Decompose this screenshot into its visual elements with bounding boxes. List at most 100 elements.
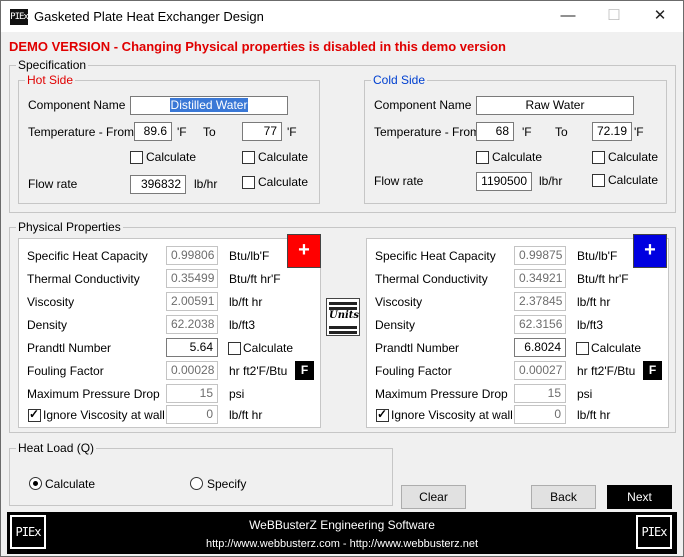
cold-temp-to-unit: 'F: [634, 125, 644, 139]
hot-plus-button[interactable]: +: [287, 234, 321, 268]
hot-prop-value: 62.2038: [166, 315, 218, 334]
physical-properties-title: Physical Properties: [16, 220, 123, 234]
hot-prop-unit: psi: [229, 387, 245, 401]
heat-load-calculate-label: Calculate: [45, 477, 96, 491]
hot-temp-from-input[interactable]: 89.6: [134, 122, 172, 141]
cold-calc-from-checkbox[interactable]: [476, 151, 489, 164]
hot-calc-flow-checkbox[interactable]: [242, 176, 255, 189]
hot-side-title: Hot Side: [25, 73, 76, 87]
footer-urls[interactable]: http://www.webbusterz.com - http://www.w…: [7, 538, 677, 550]
cold-temp-label: Temperature - From: [374, 125, 481, 139]
cold-prop-label: Fouling Factor: [375, 364, 452, 378]
hot-calc-from-checkbox[interactable]: [130, 151, 143, 164]
heat-load-specify-radio[interactable]: [190, 477, 203, 490]
hot-component-label: Component Name: [28, 98, 126, 112]
cold-prop-label: Ignore Viscosity at wall: [391, 408, 513, 422]
cold-flow-input[interactable]: 1190500: [476, 172, 532, 191]
cold-prop-unit: lb/ft hr: [577, 408, 611, 422]
hot-prop-label: Density: [27, 318, 68, 332]
cold-prop-value: 0.00027: [514, 361, 566, 380]
cold-prop-value: 0.34921: [514, 269, 566, 288]
footer-banner: PIEx WeBBusterZ Engineering Software htt…: [7, 512, 677, 554]
cold-side-title: Cold Side: [371, 73, 428, 87]
cold-calc-flow-label: Calculate: [608, 173, 659, 187]
hot-prop-label: Specific Heat Capacity: [27, 249, 148, 263]
cold-prop-label: Density: [375, 318, 416, 332]
cold-prop-unit: hr ft2'F/Btu: [577, 364, 636, 378]
cold-calc-to-checkbox[interactable]: [592, 151, 605, 164]
cold-prop-unit: lb/ft hr: [577, 295, 611, 309]
hot-flow-label: Flow rate: [28, 177, 78, 191]
hot-prop-value: 2.00591: [166, 292, 218, 311]
cold-temp-from-unit: 'F: [522, 125, 532, 139]
hot-temp-from-unit: 'F: [177, 125, 187, 139]
heat-load-title: Heat Load (Q): [16, 441, 97, 455]
cold-prop-unit: Btu/lb'F: [577, 249, 618, 263]
next-button[interactable]: Next: [607, 485, 672, 509]
hot-prop-unit: lb/ft3: [229, 318, 256, 332]
hot-flow-input[interactable]: 396832: [130, 175, 186, 194]
hot-prop-unit: lb/ft hr: [229, 295, 263, 309]
hot-prop-value: 0.35499: [166, 269, 218, 288]
hot-prop-label: Ignore Viscosity at wall: [43, 408, 165, 422]
hot-temp-to-input[interactable]: 77: [242, 122, 282, 141]
hot-prop-label: Thermal Conductivity: [27, 272, 140, 286]
maximize-icon: ☐: [607, 7, 621, 24]
cold-calc-from-label: Calculate: [492, 150, 543, 164]
cold-temp-to-input[interactable]: 72.19: [592, 122, 632, 141]
cold-prop-value[interactable]: 6.8024: [514, 338, 566, 357]
cold-prop-unit: lb/ft3: [577, 318, 604, 332]
cold-prop-label: Thermal Conductivity: [375, 272, 488, 286]
cold-calc-to-label: Calculate: [608, 150, 659, 164]
cold-prop-value: 15: [514, 384, 566, 403]
cold-prop-value: 62.3156: [514, 315, 566, 334]
cold-fouling-button[interactable]: F: [643, 361, 662, 380]
minimize-icon[interactable]: —: [545, 1, 591, 31]
hot-prop-label: Maximum Pressure Drop: [27, 387, 160, 401]
hot-prandtl-calc-checkbox[interactable]: [228, 342, 241, 355]
clear-button[interactable]: Clear: [401, 485, 466, 509]
hot-calc-from-label: Calculate: [146, 150, 197, 164]
heat-load-calculate-radio[interactable]: [29, 477, 42, 490]
title-bar[interactable]: PIEx Gasketed Plate Heat Exchanger Desig…: [1, 1, 683, 32]
hot-prop-value: 0.00028: [166, 361, 218, 380]
cold-prop-label: Prandtl Number: [375, 341, 460, 355]
plex-app-icon[interactable]: PIEx: [10, 9, 29, 25]
footer-company: WeBBusterZ Engineering Software: [249, 518, 435, 532]
back-button[interactable]: Back: [531, 485, 596, 509]
cold-temp-from-input[interactable]: 68: [476, 122, 514, 141]
cold-component-label: Component Name: [374, 98, 472, 112]
hot-prop-value: 0: [166, 405, 218, 424]
cold-component-input[interactable]: Raw Water: [476, 96, 634, 115]
cold-plus-button[interactable]: +: [633, 234, 667, 268]
footer-logo-right: PIEx: [636, 515, 672, 549]
close-icon[interactable]: ✕: [637, 1, 683, 31]
units-icon[interactable]: Units: [326, 298, 360, 336]
hot-prop-label: Prandtl Number: [27, 341, 112, 355]
hot-temp-label: Temperature - From: [28, 125, 135, 139]
cold-prop-label: Maximum Pressure Drop: [375, 387, 508, 401]
hot-prop-unit: hr ft2'F/Btu: [229, 364, 288, 378]
hot-calc-to-checkbox[interactable]: [242, 151, 255, 164]
main-window: PIEx Gasketed Plate Heat Exchanger Desig…: [0, 0, 684, 557]
cold-calc-flow-checkbox[interactable]: [592, 174, 605, 187]
hot-fouling-button[interactable]: F: [295, 361, 314, 380]
hot-ignore-viscosity-checkbox[interactable]: [28, 407, 41, 422]
cold-flow-unit: lb/hr: [539, 174, 563, 188]
window-title: Gasketed Plate Heat Exchanger Design: [34, 9, 264, 24]
hot-prop-value: 0.99806: [166, 246, 218, 265]
cold-prop-value: 0.99875: [514, 246, 566, 265]
cold-ignore-viscosity-checkbox[interactable]: [376, 407, 389, 422]
units-icon-label: Units: [328, 310, 360, 321]
hot-prop-unit: Btu/ft hr'F: [229, 272, 281, 286]
hot-flow-unit: lb/hr: [194, 177, 218, 191]
cold-prop-value: 0: [514, 405, 566, 424]
hot-prop-value[interactable]: 5.64: [166, 338, 218, 357]
cold-prandtl-calc-checkbox[interactable]: [576, 342, 589, 355]
hot-prop-label: Fouling Factor: [27, 364, 104, 378]
hot-calc-flow-label: Calculate: [258, 175, 309, 189]
hot-component-value: Distilled Water: [169, 98, 249, 112]
hot-component-input[interactable]: Distilled Water: [130, 96, 288, 115]
cold-prop-unit: Btu/ft hr'F: [577, 272, 629, 286]
cold-to-label: To: [555, 125, 568, 139]
